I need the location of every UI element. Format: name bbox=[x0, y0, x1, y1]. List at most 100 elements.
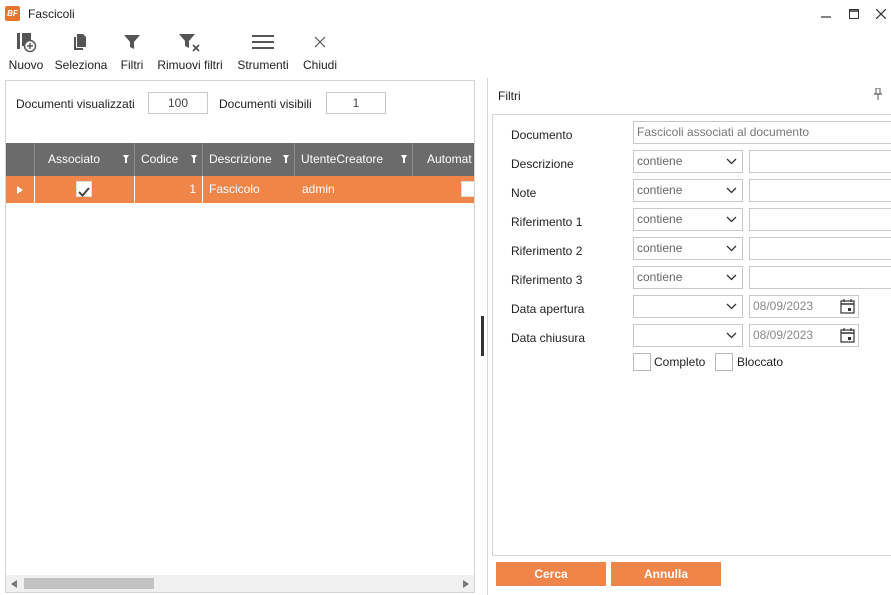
descrizione-operator-select[interactable]: contiene bbox=[633, 150, 743, 173]
close-icon bbox=[314, 36, 326, 48]
documento-label: Documento bbox=[511, 128, 573, 142]
data-apertura-date-input[interactable]: 08/09/2023 bbox=[749, 295, 859, 318]
chiudi-button[interactable]: Chiudi bbox=[301, 30, 339, 74]
seleziona-label: Seleziona bbox=[54, 58, 108, 72]
column-header-associato[interactable]: Associato bbox=[35, 143, 135, 176]
chevron-down-icon bbox=[726, 303, 737, 310]
chevron-down-icon bbox=[726, 158, 737, 165]
title-bar: BF Fascicoli bbox=[0, 0, 891, 28]
automatico-cell[interactable] bbox=[413, 176, 474, 203]
cerca-button[interactable]: Cerca bbox=[496, 562, 606, 586]
filter-icon[interactable] bbox=[123, 155, 129, 163]
column-header-codice[interactable]: Codice bbox=[135, 143, 203, 176]
toolbar: Nuovo Seleziona Filtri Rimuovi filtri St… bbox=[0, 30, 891, 74]
copy-documents-icon bbox=[74, 34, 86, 50]
riferimento-1-value-input[interactable] bbox=[749, 208, 891, 231]
filters-form: Documento Fascicoli associati al documen… bbox=[492, 114, 891, 556]
pin-icon[interactable] bbox=[873, 88, 883, 100]
horizontal-scrollbar[interactable] bbox=[6, 575, 474, 592]
column-header-descrizione[interactable]: Descrizione bbox=[203, 143, 295, 176]
riferimento-3-value-input[interactable] bbox=[749, 266, 891, 289]
nuovo-button[interactable]: Nuovo bbox=[6, 30, 46, 74]
completo-label: Completo bbox=[654, 355, 706, 369]
filter-icon[interactable] bbox=[191, 155, 197, 163]
window-title: Fascicoli bbox=[28, 7, 75, 21]
chiudi-label: Chiudi bbox=[302, 58, 338, 72]
row-indicator bbox=[6, 176, 35, 203]
column-header-utentecreatore[interactable]: UtenteCreatore bbox=[295, 143, 413, 176]
column-header-automatico[interactable]: Automat bbox=[413, 143, 474, 176]
rimuovi-filtri-label: Rimuovi filtri bbox=[157, 58, 223, 72]
hamburger-menu-icon bbox=[252, 35, 274, 49]
filters-title: Filtri bbox=[498, 89, 521, 103]
app-logo: BF bbox=[5, 6, 20, 21]
utente-cell: admin bbox=[302, 182, 335, 196]
scroll-right-icon bbox=[463, 580, 469, 588]
filter-icon[interactable] bbox=[401, 155, 407, 163]
calendar-icon[interactable] bbox=[840, 328, 855, 343]
automatico-checkbox[interactable] bbox=[461, 181, 474, 197]
documenti-visibili-label: Documenti visibili bbox=[219, 97, 312, 111]
bloccato-label: Bloccato bbox=[737, 355, 784, 369]
descrizione-cell: Fascicolo bbox=[209, 182, 260, 196]
riferimento-2-value-input[interactable] bbox=[749, 237, 891, 260]
strumenti-label: Strumenti bbox=[237, 58, 289, 72]
documenti-visualizzati-input[interactable]: 100 bbox=[148, 92, 208, 114]
scrollbar-thumb[interactable] bbox=[24, 578, 154, 589]
chevron-down-icon bbox=[726, 332, 737, 339]
seleziona-button[interactable]: Seleziona bbox=[55, 30, 107, 74]
data-chiusura-operator-select[interactable] bbox=[633, 324, 743, 347]
filter-icon[interactable] bbox=[283, 155, 289, 163]
data-apertura-operator-select[interactable] bbox=[633, 295, 743, 318]
rimuovi-filtri-button[interactable]: Rimuovi filtri bbox=[154, 30, 226, 74]
close-icon bbox=[876, 9, 886, 19]
documento-field[interactable]: Fascicoli associati al documento bbox=[633, 121, 891, 144]
nuovo-label: Nuovo bbox=[8, 58, 44, 72]
riferimento-1-label: Riferimento 1 bbox=[511, 215, 583, 229]
descrizione-value-input[interactable] bbox=[749, 150, 891, 173]
riferimento-3-label: Riferimento 3 bbox=[511, 273, 583, 287]
note-value-input[interactable] bbox=[749, 179, 891, 202]
row-pointer-icon bbox=[17, 186, 23, 194]
bloccato-checkbox[interactable] bbox=[715, 353, 733, 371]
codice-cell: 1 bbox=[135, 176, 203, 203]
close-window-button[interactable] bbox=[871, 4, 891, 24]
calendar-icon[interactable] bbox=[840, 299, 855, 314]
panel-splitter[interactable] bbox=[481, 316, 484, 356]
filters-panel: Filtri Documento Fascicoli associati al … bbox=[487, 78, 891, 595]
chevron-down-icon bbox=[726, 216, 737, 223]
maximize-icon bbox=[849, 9, 859, 19]
documents-grid: Associato Codice Descrizione UtenteCreat… bbox=[6, 143, 474, 203]
minimize-button[interactable] bbox=[816, 4, 836, 24]
note-operator-select[interactable]: contiene bbox=[633, 179, 743, 202]
filtri-label: Filtri bbox=[120, 58, 144, 72]
grid-header: Associato Codice Descrizione UtenteCreat… bbox=[6, 143, 474, 176]
filtri-button[interactable]: Filtri bbox=[118, 30, 146, 74]
riferimento-2-operator-select[interactable]: contiene bbox=[633, 237, 743, 260]
data-chiusura-label: Data chiusura bbox=[511, 331, 586, 345]
documents-panel: Documenti visualizzati 100 Documenti vis… bbox=[5, 80, 475, 593]
row-indicator-header bbox=[6, 143, 35, 176]
chevron-down-icon bbox=[726, 245, 737, 252]
strumenti-button[interactable]: Strumenti bbox=[236, 30, 290, 74]
minimize-icon bbox=[821, 16, 831, 18]
riferimento-1-operator-select[interactable]: contiene bbox=[633, 208, 743, 231]
new-document-icon bbox=[17, 33, 37, 53]
associato-checkbox[interactable] bbox=[76, 181, 92, 197]
chevron-down-icon bbox=[726, 187, 737, 194]
data-chiusura-date-input[interactable]: 08/09/2023 bbox=[749, 324, 859, 347]
filter-icon bbox=[124, 35, 140, 49]
chevron-down-icon bbox=[726, 274, 737, 281]
completo-checkbox[interactable] bbox=[633, 353, 651, 371]
descrizione-label: Descrizione bbox=[511, 157, 574, 171]
scroll-left-icon bbox=[11, 580, 17, 588]
checkmark-icon bbox=[78, 187, 90, 197]
table-row[interactable]: 1 Fascicolo admin bbox=[6, 176, 474, 203]
maximize-button[interactable] bbox=[844, 4, 864, 24]
remove-filter-icon bbox=[179, 34, 200, 52]
documenti-visualizzati-label: Documenti visualizzati bbox=[16, 97, 135, 111]
annulla-button[interactable]: Annulla bbox=[611, 562, 721, 586]
riferimento-3-operator-select[interactable]: contiene bbox=[633, 266, 743, 289]
riferimento-2-label: Riferimento 2 bbox=[511, 244, 583, 258]
associato-cell[interactable] bbox=[35, 176, 135, 203]
